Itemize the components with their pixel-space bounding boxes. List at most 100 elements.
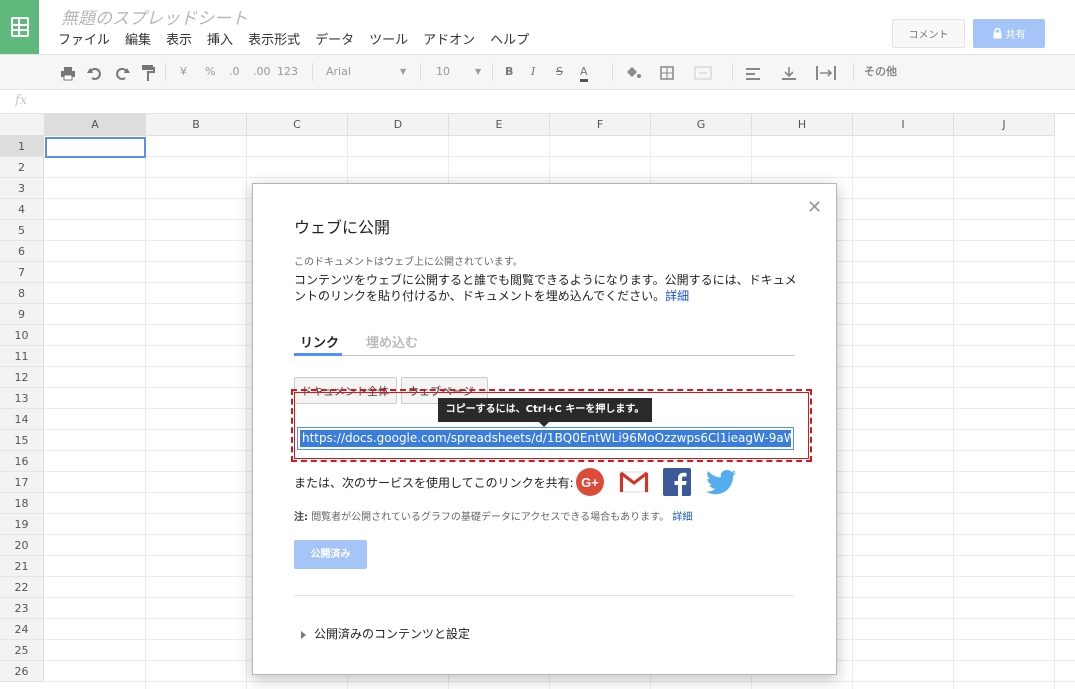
- menu-help[interactable]: ヘルプ: [490, 29, 529, 48]
- align-left-icon[interactable]: [746, 66, 760, 82]
- lock-icon: [993, 28, 1001, 39]
- row-header-20[interactable]: 20: [0, 535, 44, 556]
- publish-tabs: リンク 埋め込む: [294, 332, 794, 356]
- dialog-title: ウェブに公開: [294, 218, 391, 237]
- decrease-decimal-button[interactable]: .0: [229, 64, 240, 80]
- menu-addons[interactable]: アドオン: [423, 29, 475, 48]
- sheets-logo[interactable]: [0, 0, 39, 54]
- row-header-22[interactable]: 22: [0, 577, 44, 598]
- menu-bar: ファイル 編集 表示 挿入 表示形式 データ ツール アドオン ヘルプ: [58, 29, 544, 48]
- menu-format[interactable]: 表示形式: [248, 29, 300, 48]
- column-header-C[interactable]: C: [247, 114, 348, 136]
- row-header-7[interactable]: 7: [0, 262, 44, 283]
- text-wrap-icon[interactable]: [816, 65, 836, 81]
- share-button[interactable]: 共有: [973, 19, 1045, 48]
- column-header-A[interactable]: A: [45, 114, 146, 136]
- spreadsheet-app: 無題のスプレッドシート ファイル 編集 表示 挿入 表示形式 データ ツール ア…: [0, 0, 1075, 689]
- note-body: 閲覧者が公開されているグラフの基礎データにアクセスできる場合もあります。: [311, 512, 670, 523]
- publish-url-field[interactable]: https://docs.google.com/spreadsheets/d/1…: [297, 427, 794, 450]
- gmail-icon[interactable]: [619, 467, 649, 497]
- column-header-D[interactable]: D: [348, 114, 449, 136]
- increase-decimal-button[interactable]: .00: [253, 64, 271, 80]
- menu-edit[interactable]: 編集: [125, 29, 151, 48]
- row-header-1[interactable]: 1: [0, 136, 44, 157]
- dialog-description: コンテンツをウェブに公開すると誰でも閲覧できるようになります。公開するには、ドキ…: [294, 272, 804, 304]
- publish-status: このドキュメントはウェブ上に公開されています。: [294, 257, 523, 268]
- row-header-23[interactable]: 23: [0, 598, 44, 619]
- more-button[interactable]: その他: [864, 64, 897, 80]
- twitter-icon[interactable]: [707, 467, 737, 497]
- row-header-17[interactable]: 17: [0, 472, 44, 493]
- strikethrough-button[interactable]: S: [556, 64, 563, 80]
- row-header-25[interactable]: 25: [0, 640, 44, 661]
- redo-icon[interactable]: [114, 66, 130, 82]
- column-header-H[interactable]: H: [752, 114, 853, 136]
- row-header-2[interactable]: 2: [0, 157, 44, 178]
- column-header-E[interactable]: E: [449, 114, 550, 136]
- menu-data[interactable]: データ: [315, 29, 354, 48]
- row-header-19[interactable]: 19: [0, 514, 44, 535]
- column-header-B[interactable]: B: [146, 114, 247, 136]
- number-format-dropdown[interactable]: 123: [277, 64, 298, 80]
- tab-embed[interactable]: 埋め込む: [366, 332, 418, 351]
- vertical-align-icon[interactable]: [782, 65, 796, 81]
- row-header-26[interactable]: 26: [0, 661, 44, 682]
- menu-tools[interactable]: ツール: [369, 29, 408, 48]
- fill-color-icon[interactable]: [624, 65, 642, 81]
- menu-view[interactable]: 表示: [166, 29, 192, 48]
- comment-button[interactable]: コメント: [892, 19, 965, 48]
- row-header-21[interactable]: 21: [0, 556, 44, 577]
- learn-more-link[interactable]: 詳細: [665, 289, 689, 303]
- note-learn-more-link[interactable]: 詳細: [672, 512, 692, 523]
- document-title[interactable]: 無題のスプレッドシート: [61, 4, 248, 29]
- menu-file[interactable]: ファイル: [58, 29, 110, 48]
- menu-insert[interactable]: 挿入: [207, 29, 233, 48]
- row-header-6[interactable]: 6: [0, 241, 44, 262]
- row-header-3[interactable]: 3: [0, 178, 44, 199]
- row-header-14[interactable]: 14: [0, 409, 44, 430]
- description-text: コンテンツをウェブに公開すると誰でも閲覧できるようになります。公開するには、ドキ…: [294, 273, 797, 303]
- row-header-12[interactable]: 12: [0, 367, 44, 388]
- column-header-G[interactable]: G: [651, 114, 752, 136]
- tab-link[interactable]: リンク: [294, 332, 342, 356]
- column-header-F[interactable]: F: [550, 114, 651, 136]
- currency-button[interactable]: ¥: [180, 64, 187, 80]
- row-header-24[interactable]: 24: [0, 619, 44, 640]
- published-button[interactable]: 公開済み: [294, 540, 367, 569]
- borders-icon[interactable]: [660, 65, 674, 81]
- formula-bar[interactable]: fx: [0, 90, 1075, 114]
- merge-cells-icon[interactable]: [694, 65, 712, 81]
- undo-icon[interactable]: [87, 66, 103, 82]
- font-size-dropdown[interactable]: 10: [436, 64, 450, 80]
- row-header-15[interactable]: 15: [0, 430, 44, 451]
- published-content-settings-toggle[interactable]: 公開済みのコンテンツと設定: [301, 625, 470, 642]
- italic-button[interactable]: I: [531, 64, 535, 80]
- row-header-10[interactable]: 10: [0, 325, 44, 346]
- print-icon[interactable]: [60, 66, 76, 82]
- facebook-icon[interactable]: [662, 467, 692, 497]
- publish-url-text[interactable]: https://docs.google.com/spreadsheets/d/1…: [300, 430, 791, 447]
- row-header-5[interactable]: 5: [0, 220, 44, 241]
- row-header-18[interactable]: 18: [0, 493, 44, 514]
- row-header-9[interactable]: 9: [0, 304, 44, 325]
- percent-button[interactable]: %: [205, 64, 215, 80]
- row-header-13[interactable]: 13: [0, 388, 44, 409]
- google-plus-icon[interactable]: G+: [575, 467, 605, 497]
- publish-to-web-dialog: ✕ ウェブに公開 このドキュメントはウェブ上に公開されています。 コンテンツをウ…: [252, 183, 837, 675]
- column-header-I[interactable]: I: [853, 114, 954, 136]
- column-header-J[interactable]: J: [954, 114, 1055, 136]
- selected-cell-A1[interactable]: [45, 137, 146, 158]
- text-color-button[interactable]: A: [580, 64, 588, 82]
- row-header-8[interactable]: 8: [0, 283, 44, 304]
- row-header-16[interactable]: 16: [0, 451, 44, 472]
- note-text: 注: 閲覧者が公開されているグラフの基礎データにアクセスできる場合もあります。 …: [294, 508, 692, 523]
- font-family-dropdown[interactable]: Arial: [326, 64, 351, 80]
- grid-row-line: [44, 156, 1075, 157]
- paint-format-icon[interactable]: [141, 65, 155, 81]
- row-header-4[interactable]: 4: [0, 199, 44, 220]
- note-label: 注:: [294, 512, 308, 523]
- bold-button[interactable]: B: [505, 64, 513, 80]
- row-header-11[interactable]: 11: [0, 346, 44, 367]
- corner-header[interactable]: [0, 114, 45, 136]
- close-icon[interactable]: ✕: [807, 197, 822, 218]
